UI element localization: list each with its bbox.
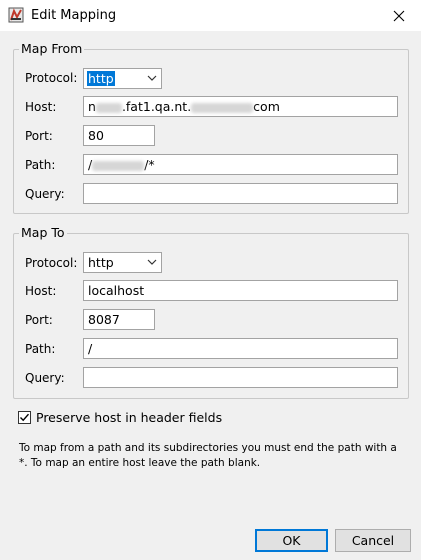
redacted-text <box>191 102 254 113</box>
to-path-label: Path: <box>25 342 56 356</box>
cancel-button[interactable]: Cancel <box>335 529 411 552</box>
to-host-input[interactable]: localhost <box>83 280 398 301</box>
to-protocol-value: http <box>88 255 114 270</box>
from-protocol-select[interactable]: http <box>83 68 162 89</box>
preserve-host-label: Preserve host in header fields <box>36 410 223 425</box>
to-query-input[interactable] <box>83 367 398 388</box>
map-from-group: Map From Protocol: http Host: n .fat1.qa.… <box>13 41 409 214</box>
from-port-label: Port: <box>25 129 53 143</box>
from-host-value-end: com <box>253 99 280 114</box>
to-host-label: Host: <box>25 284 57 298</box>
from-query-input[interactable] <box>83 183 398 204</box>
from-path-input[interactable]: //* <box>83 154 398 175</box>
from-path-value-end: /* <box>144 157 155 172</box>
from-query-label: Query: <box>25 187 65 201</box>
from-path-label: Path: <box>25 158 56 172</box>
to-port-label: Port: <box>25 313 53 327</box>
title-bar: Edit Mapping <box>0 0 421 31</box>
preserve-host-checkbox[interactable] <box>18 411 31 424</box>
from-host-value-mid: .fat1.qa.nt. <box>121 99 192 114</box>
from-host-input[interactable]: n .fat1.qa.nt. com <box>83 96 398 117</box>
to-protocol-label: Protocol: <box>25 256 78 270</box>
close-icon <box>393 10 405 21</box>
redacted-text <box>92 160 145 171</box>
to-protocol-select[interactable]: http <box>83 252 162 273</box>
map-from-legend: Map From <box>19 41 85 56</box>
chevron-down-icon <box>147 75 157 81</box>
from-host-value-start: n <box>88 99 96 114</box>
from-host-label: Host: <box>25 100 57 114</box>
from-protocol-value: http <box>87 71 115 86</box>
to-path-input[interactable]: / <box>83 338 398 359</box>
charles-app-icon <box>8 7 24 23</box>
help-text: To map from a path and its subdirectorie… <box>19 442 397 469</box>
map-to-group: Map To Protocol: http Host: localhost Po… <box>13 225 409 399</box>
window-title: Edit Mapping <box>31 8 117 23</box>
from-port-input[interactable]: 80 <box>83 125 155 146</box>
ok-button[interactable]: OK <box>255 529 328 552</box>
chevron-down-icon <box>147 259 157 265</box>
to-query-label: Query: <box>25 371 65 385</box>
map-to-legend: Map To <box>19 225 67 240</box>
to-port-input[interactable]: 8087 <box>83 309 155 330</box>
from-protocol-label: Protocol: <box>25 71 78 85</box>
close-button[interactable] <box>377 0 421 31</box>
redacted-text <box>95 102 122 113</box>
checkmark-icon <box>20 413 30 422</box>
